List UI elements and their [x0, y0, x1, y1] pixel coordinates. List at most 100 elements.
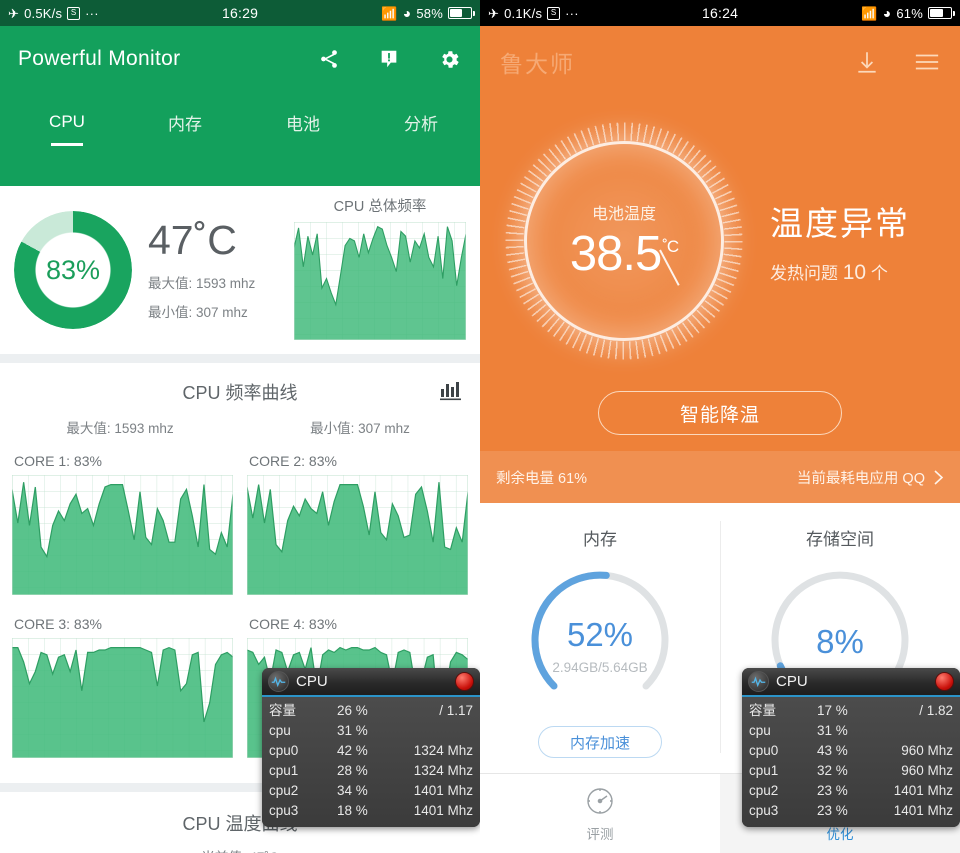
status-left-group: ✈ 0.5K/s S ···: [8, 6, 99, 21]
brand-label: 鲁大师: [500, 51, 575, 77]
screenshot-root: ✈ 0.5K/s S ··· 16:29 📶 ◕ 58% Powerful Mo…: [0, 0, 960, 853]
row-key: cpu2: [269, 783, 299, 798]
tab-analysis[interactable]: 分析: [362, 92, 480, 152]
cpu-overall-freq-chart: [293, 221, 467, 341]
tab-memory[interactable]: 内存: [126, 92, 244, 152]
core-cell-1: CORE 1: 83%: [11, 443, 234, 600]
ludashi-header-actions: [854, 49, 940, 75]
core-2-label: CORE 2: 83%: [249, 453, 337, 469]
table-row: cpu2 34 % 1401 Mhz: [269, 781, 473, 801]
cpu-float-widget-right[interactable]: CPU 容量 17 % / 1.82 cpu 31 % cpu0 43 % 96…: [742, 668, 960, 827]
gear-icon[interactable]: [436, 46, 462, 72]
memory-detail: 2.94GB/5.64GB: [552, 659, 648, 675]
close-dot-icon[interactable]: [935, 672, 954, 691]
cpu-widget-right-body: 容量 17 % / 1.82 cpu 31 % cpu0 43 % 960 Mh…: [742, 697, 960, 827]
memory-boost-button[interactable]: 内存加速: [538, 726, 662, 758]
freq-card-title: CPU 频率曲线: [182, 383, 298, 403]
core-row-1: CORE 1: 83% CORE 2: 83%: [11, 443, 469, 600]
row-freq: 960 Mhz: [901, 763, 953, 778]
row-pct: 26 %: [337, 703, 368, 718]
issue-prefix: 发热问题: [770, 263, 843, 283]
core-4-label: CORE 4: 83%: [249, 616, 337, 632]
table-row: 容量 26 % / 1.17: [269, 701, 473, 721]
row-pct: 28 %: [337, 763, 368, 778]
cpu-overview-row: 83% 47˚C 最大值: 1593 mhz 最小值: 307 mhz CPU …: [0, 186, 480, 354]
bluetooth-icon: 📶: [381, 5, 398, 21]
row-key: cpu1: [269, 763, 299, 778]
row-key: cpu: [749, 723, 771, 738]
battery-icon: [928, 7, 955, 19]
core-1-chart: [11, 474, 234, 596]
nav-item-benchmark[interactable]: 评测: [480, 774, 720, 853]
battery-info-row[interactable]: 剩余电量 61% 当前最耗电应用 QQ: [480, 451, 960, 503]
temperature-status: 温度异常 发热问题 10 个: [746, 197, 910, 285]
share-icon[interactable]: [316, 46, 342, 72]
core-cell-3: CORE 3: 83%: [11, 606, 234, 763]
dial-readout: 电池温度 38.5˚C: [502, 119, 746, 363]
row-pct: 18 %: [337, 803, 368, 818]
nav-label-benchmark: 评测: [586, 826, 614, 842]
dial-value: 38.5˚C: [569, 226, 679, 282]
page-title: Powerful Monitor: [18, 47, 181, 70]
tab-bar: CPU 内存 电池 分析: [0, 92, 480, 152]
row-freq: 960 Mhz: [901, 743, 953, 758]
close-dot-icon[interactable]: [455, 672, 474, 691]
top-power-app[interactable]: 当前最耗电应用 QQ: [797, 467, 944, 488]
freq-min-label: 最小值: 307 mhz: [310, 421, 410, 436]
row-freq: 1401 Mhz: [413, 783, 473, 798]
ludashi-header: 鲁大师: [480, 26, 960, 98]
clock-label: 16:29: [222, 5, 259, 21]
tab-battery[interactable]: 电池: [244, 92, 362, 152]
row-key: cpu0: [269, 743, 299, 758]
row-pct: 17 %: [817, 703, 848, 718]
airplane-icon: ✈: [488, 5, 500, 21]
header-actions: [316, 46, 462, 72]
smart-cooling-button[interactable]: 智能降温: [598, 391, 842, 435]
table-row: 容量 17 % / 1.82: [749, 701, 953, 721]
status-badge: 温度异常: [770, 204, 910, 242]
left-phone-panel: ✈ 0.5K/s S ··· 16:29 📶 ◕ 58% Powerful Mo…: [0, 0, 480, 853]
status-right-group: 📶 ◕ 61%: [861, 5, 955, 21]
download-icon[interactable]: [854, 49, 880, 75]
battery-remaining-label: 剩余电量 61%: [496, 470, 588, 487]
row-pct: 43 %: [817, 743, 848, 758]
temperature-hero-section: 鲁大师 电池温度 38.5˚C 温度异常 发热问题 10 个 智能降温 剩余电量…: [480, 26, 960, 503]
row-pct: 23 %: [817, 783, 848, 798]
table-row: cpu0 43 % 960 Mhz: [749, 741, 953, 761]
issue-count-line: 发热问题 10 个: [770, 259, 910, 285]
battery-percent-label: 58%: [416, 5, 443, 21]
left-status-bar: ✈ 0.5K/s S ··· 16:29 📶 ◕ 58%: [0, 0, 480, 26]
bar-chart-icon[interactable]: [440, 381, 464, 406]
menu-icon[interactable]: [914, 49, 940, 75]
dial-value-unit: ˚C: [662, 237, 679, 257]
wifi-icon: ◕: [882, 5, 892, 21]
core-3-label: CORE 3: 83%: [14, 616, 102, 632]
row-key: cpu3: [749, 803, 779, 818]
memory-gauge-cell: 内存 52% 2.94GB/5.64GB 内存加速: [480, 503, 720, 773]
row-freq: / 1.17: [439, 703, 473, 718]
row-freq: 1324 Mhz: [413, 743, 473, 758]
row-pct: 34 %: [337, 783, 368, 798]
table-row: cpu1 28 % 1324 Mhz: [269, 761, 473, 781]
dial-value-number: 38.5: [569, 226, 662, 281]
report-icon[interactable]: [376, 46, 402, 72]
cpu-widget-right-header[interactable]: CPU: [742, 668, 960, 697]
storage-percent: 8%: [816, 623, 864, 660]
issue-suffix: 个: [866, 263, 888, 283]
table-row: cpu2 23 % 1401 Mhz: [749, 781, 953, 801]
row-key: 容量: [269, 703, 296, 718]
airplane-icon: ✈: [8, 5, 20, 21]
freq-max-label: 最大值: 1593 mhz: [66, 421, 174, 436]
temperature-area: 电池温度 38.5˚C 温度异常 发热问题 10 个: [480, 98, 960, 383]
dial-caption: 电池温度: [591, 205, 656, 223]
cpu-float-widget-left[interactable]: CPU 容量 26 % / 1.17 cpu 31 % cpu0 42 % 13…: [262, 668, 480, 827]
memory-percent: 52%: [566, 615, 634, 653]
tab-cpu[interactable]: CPU: [8, 92, 126, 152]
cpu-widget-left-header[interactable]: CPU: [262, 668, 480, 697]
row-key: cpu: [269, 723, 291, 738]
row-key: cpu3: [269, 803, 299, 818]
pulse-icon: [748, 671, 769, 692]
row-freq: [395, 721, 473, 741]
cpu-overview-stats: 47˚C 最大值: 1593 mhz 最小值: 307 mhz: [132, 219, 294, 320]
app-header-top: Powerful Monitor: [0, 26, 480, 92]
